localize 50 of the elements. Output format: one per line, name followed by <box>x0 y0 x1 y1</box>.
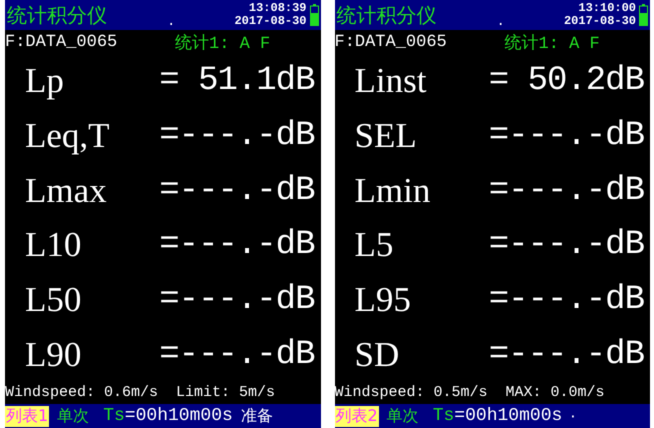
ts-label: Ts <box>103 406 125 426</box>
ts-value: =00h10m00s <box>454 406 562 426</box>
reading-value: =---.-dB <box>159 280 314 320</box>
file-name: F:DATA_0065 <box>5 32 118 52</box>
reading-label: L50 <box>25 280 82 320</box>
reading-label: L90 <box>25 334 82 375</box>
reading-value: = 50.2dB <box>488 61 644 102</box>
reading-label: L5 <box>354 225 394 266</box>
battery-icon <box>639 4 648 26</box>
reading-value: =---.-dB <box>488 170 644 211</box>
reading-value: =---.-dB <box>488 225 644 266</box>
list-label: 列表2 <box>334 406 379 426</box>
single-mode: 单次 <box>386 406 419 426</box>
clock-time: 13:08:39 <box>248 2 306 15</box>
reading-label: L10 <box>25 225 82 266</box>
reading-value: =---.-dB <box>159 334 314 375</box>
list-label: 列表1 <box>5 406 50 426</box>
clock-date: 2017-08-30 <box>234 15 306 28</box>
screen-title: 统计积分仪 <box>336 2 436 28</box>
indicator-dot: . <box>167 14 176 30</box>
reading-value: = 51.1dB <box>159 61 314 102</box>
reading-label: Lmin <box>354 170 430 211</box>
single-mode: 单次 <box>57 406 90 426</box>
status-text: 准备 <box>240 406 273 426</box>
reading-label: L95 <box>354 280 411 320</box>
status-text: · <box>570 406 576 426</box>
reading-value: =---.-dB <box>159 170 314 211</box>
indicator-dot: . <box>496 14 505 30</box>
reading-label: SEL <box>354 116 417 156</box>
reading-value: =---.-dB <box>488 334 644 375</box>
reading-value: =---.-dB <box>488 116 644 156</box>
reading-label: Leq,T <box>25 116 110 156</box>
reading-label: Lp <box>25 61 64 102</box>
clock-date: 2017-08-30 <box>564 15 636 28</box>
windspeed-text: Windspeed: 0.5m/s MAX: 0.0m/s <box>334 383 606 403</box>
stat-mode: 统计1: A F <box>504 32 600 54</box>
stat-mode: 统计1: A F <box>175 32 270 54</box>
reading-value: =---.-dB <box>159 225 314 266</box>
ts-label: Ts <box>432 406 454 426</box>
reading-label: Lmax <box>25 170 107 211</box>
windspeed-text: Windspeed: 0.6m/s Limit: 5m/s <box>5 383 276 403</box>
reading-label: Linst <box>354 61 426 102</box>
file-name: F:DATA_0065 <box>334 32 448 52</box>
clock-time: 13:10:00 <box>578 2 636 15</box>
reading-value: =---.-dB <box>488 280 644 320</box>
reading-label: SD <box>354 334 400 375</box>
screen-title: 统计积分仪 <box>7 2 107 28</box>
reading-value: =---.-dB <box>159 116 314 156</box>
ts-value: =00h10m00s <box>124 406 233 426</box>
battery-icon <box>310 4 318 26</box>
